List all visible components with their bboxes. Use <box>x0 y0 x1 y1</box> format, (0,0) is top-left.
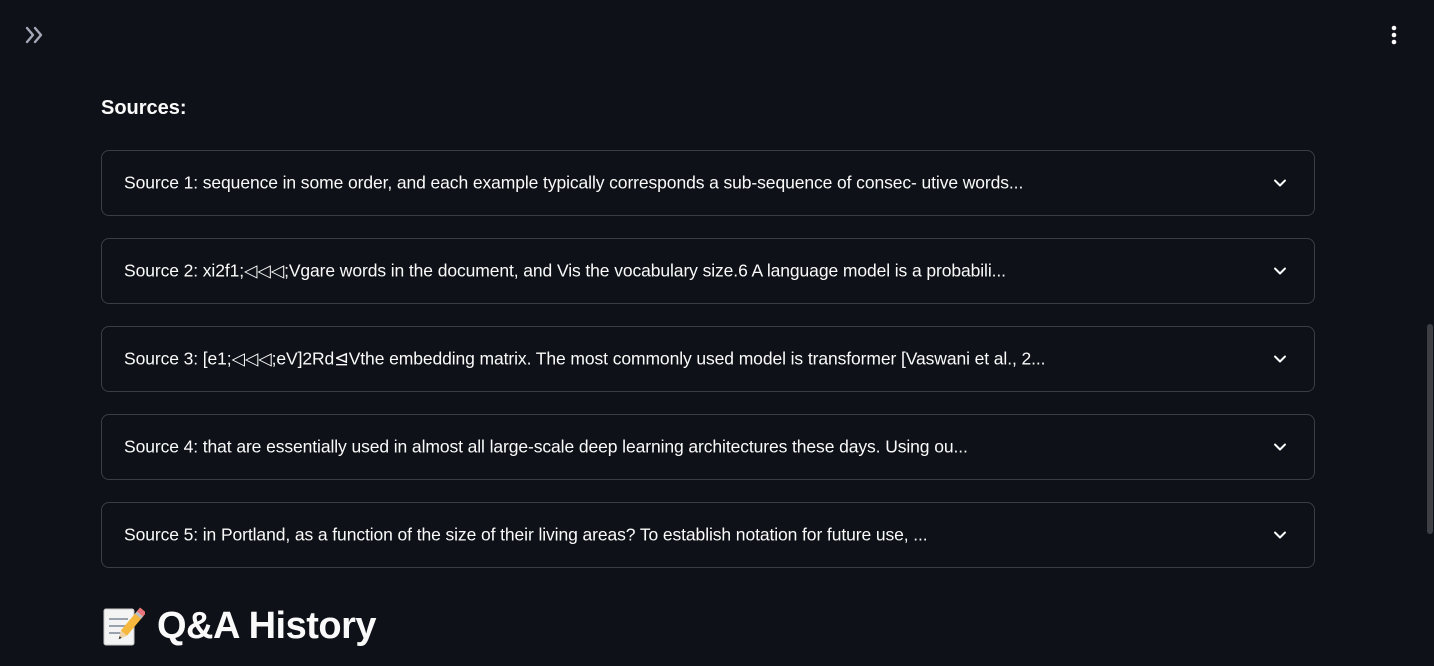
vertical-ellipsis-icon[interactable] <box>1384 22 1404 48</box>
source-label: Source 2: xi2f1;◁◁◁;Vgare words in the d… <box>124 260 1006 281</box>
memo-pencil-icon <box>101 603 147 649</box>
source-expander-5[interactable]: Source 5: in Portland, as a function of … <box>101 502 1315 568</box>
source-label: Source 1: sequence in some order, and ea… <box>124 172 1024 193</box>
chevron-down-icon <box>1272 527 1288 543</box>
chevron-down-icon <box>1272 175 1288 191</box>
source-list: Source 1: sequence in some order, and ea… <box>101 150 1315 590</box>
scrollbar[interactable] <box>1426 0 1434 666</box>
chevron-down-icon <box>1272 351 1288 367</box>
source-label: Source 5: in Portland, as a function of … <box>124 524 928 545</box>
app-page: Sources: Source 1: sequence in some orde… <box>0 0 1434 666</box>
chevron-down-icon <box>1272 263 1288 279</box>
source-label: Source 3: [e1;◁◁◁;eV]2Rd⊴Vthe embedding … <box>124 348 1046 369</box>
sources-heading: Sources: <box>101 97 187 119</box>
source-expander-4[interactable]: Source 4: that are essentially used in a… <box>101 414 1315 480</box>
scrollbar-thumb[interactable] <box>1427 324 1433 534</box>
source-expander-3[interactable]: Source 3: [e1;◁◁◁;eV]2Rd⊴Vthe embedding … <box>101 326 1315 392</box>
chevron-down-icon <box>1272 439 1288 455</box>
qa-history-heading: Q&A History <box>101 603 377 649</box>
qa-history-title: Q&A History <box>157 604 377 647</box>
source-expander-2[interactable]: Source 2: xi2f1;◁◁◁;Vgare words in the d… <box>101 238 1315 304</box>
double-chevron-right-icon[interactable] <box>22 22 48 48</box>
source-expander-1[interactable]: Source 1: sequence in some order, and ea… <box>101 150 1315 216</box>
source-label: Source 4: that are essentially used in a… <box>124 436 968 457</box>
